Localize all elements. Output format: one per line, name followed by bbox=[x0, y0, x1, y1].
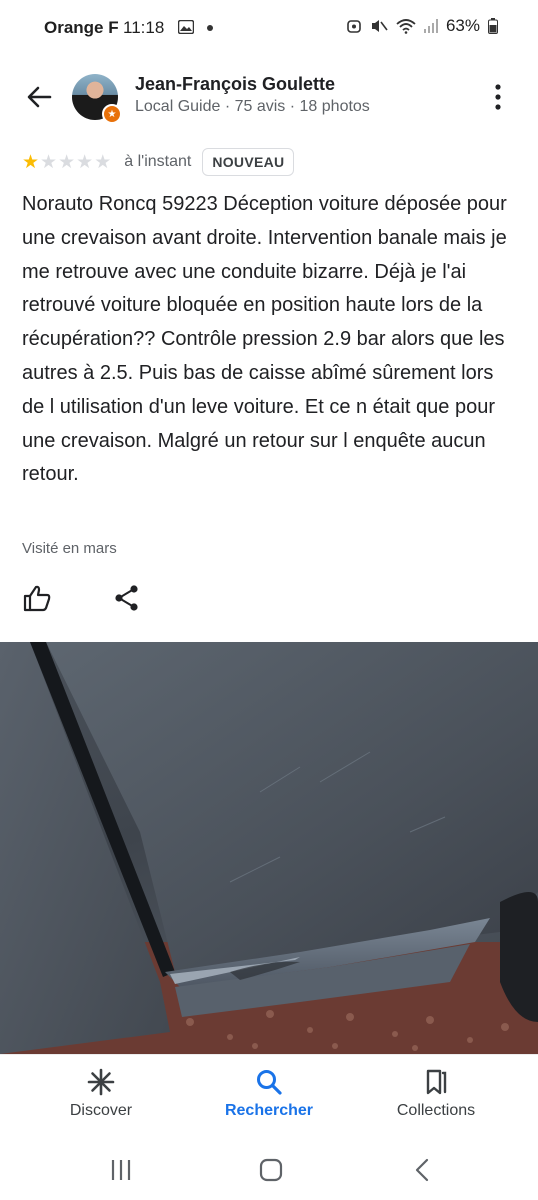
star-empty-icon: ★ bbox=[76, 151, 94, 173]
nav-discover-label: Discover bbox=[69, 1102, 133, 1119]
review-header: ★ Jean-François Goulette Local Guide · 7… bbox=[0, 62, 538, 132]
rating-row: ★ ★ ★ ★ ★ à l'instant NOUVEAU bbox=[22, 147, 295, 177]
gallery-notification-icon bbox=[178, 20, 194, 34]
battery-percent: 63% bbox=[445, 16, 480, 35]
status-time: 11:18 bbox=[123, 18, 165, 37]
nav-collections[interactable]: Collections bbox=[356, 1067, 516, 1120]
local-guide-star-icon: ★ bbox=[102, 104, 122, 124]
author-meta: Local Guide · 75 avis · 18 photos bbox=[135, 98, 370, 115]
battery-icon bbox=[488, 18, 498, 34]
star-filled-icon: ★ bbox=[22, 151, 40, 173]
search-icon bbox=[257, 1070, 282, 1095]
nav-collections-label: Collections bbox=[396, 1102, 476, 1119]
new-badge: NOUVEAU bbox=[202, 148, 295, 176]
more-options-icon[interactable] bbox=[488, 82, 508, 112]
nav-search-label: Rechercher bbox=[224, 1102, 314, 1119]
visited-date: Visité en mars bbox=[22, 540, 117, 557]
nav-search[interactable]: Rechercher bbox=[189, 1067, 349, 1120]
alarm-icon bbox=[347, 20, 361, 33]
review-photo[interactable] bbox=[0, 642, 538, 1054]
carrier-name: Orange F bbox=[44, 18, 119, 37]
share-icon[interactable] bbox=[113, 584, 141, 612]
status-bar: Orange F 11:18 63% bbox=[0, 0, 538, 58]
author-name[interactable]: Jean-François Goulette bbox=[135, 74, 335, 95]
recent-apps-icon[interactable] bbox=[107, 1156, 135, 1184]
damaged-car-sill-photo bbox=[0, 642, 538, 1054]
star-empty-icon: ★ bbox=[58, 151, 76, 173]
bottom-navigation: Discover Rechercher Collections bbox=[0, 1054, 538, 1141]
back-arrow-icon[interactable] bbox=[22, 80, 56, 114]
notification-dot-icon bbox=[207, 25, 213, 31]
star-rating: ★ ★ ★ ★ ★ bbox=[22, 153, 111, 172]
nav-discover[interactable]: Discover bbox=[21, 1067, 181, 1120]
collections-icon bbox=[426, 1069, 447, 1095]
mute-icon bbox=[371, 20, 388, 32]
signal-icon bbox=[423, 19, 438, 33]
wifi-icon bbox=[396, 19, 416, 34]
back-icon[interactable] bbox=[409, 1156, 437, 1184]
star-empty-icon: ★ bbox=[94, 151, 112, 173]
review-time: à l'instant bbox=[124, 153, 192, 170]
system-navigation-bar bbox=[0, 1140, 538, 1200]
status-icons: 63% bbox=[346, 16, 498, 36]
home-icon[interactable] bbox=[257, 1156, 285, 1184]
like-thumbs-up-icon[interactable] bbox=[22, 583, 52, 613]
star-empty-icon: ★ bbox=[40, 151, 58, 173]
review-text: Norauto Roncq 59223 Déception voiture dé… bbox=[22, 193, 507, 486]
discover-icon bbox=[87, 1068, 115, 1096]
avatar[interactable]: ★ bbox=[72, 74, 122, 124]
